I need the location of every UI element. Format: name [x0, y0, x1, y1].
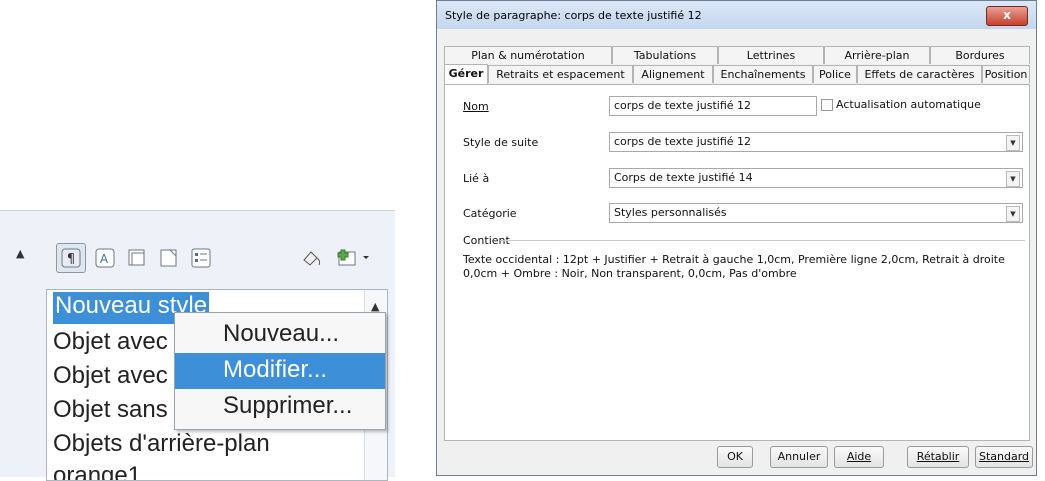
auto-update-label: Actualisation automatique — [836, 98, 981, 111]
button-label: Aide — [846, 450, 872, 463]
tab-panel-gerer: Nom corps de texte justifié 12 Actualisa… — [444, 84, 1030, 441]
dialog-title: Style de paragraphe: corps de texte just… — [445, 9, 702, 22]
menu-item-label: Modifier... — [223, 356, 328, 383]
svg-text:¶: ¶ — [67, 252, 75, 267]
list-item[interactable]: Objet avec — [53, 328, 168, 360]
tab-label: Plan & numérotation — [471, 49, 585, 62]
nom-label: Nom — [463, 100, 489, 113]
menu-item-label: Nouveau... — [223, 320, 340, 347]
styles-toolbar: ¶ A — [56, 243, 396, 279]
close-icon: x — [1003, 8, 1011, 22]
divider — [500, 240, 1025, 241]
tab-lettrines[interactable]: Lettrines — [718, 46, 824, 64]
tab-label: Bordures — [955, 49, 1005, 62]
list-item[interactable]: Objet sans — [53, 396, 168, 428]
tab-alignement[interactable]: Alignement — [633, 65, 713, 83]
auto-update-checkbox[interactable] — [821, 99, 833, 111]
tab-label: Gérer — [448, 67, 484, 80]
tab-label: Retraits et espacement — [496, 68, 625, 81]
help-button[interactable]: Aide — [834, 446, 884, 468]
tab-label: Alignement — [641, 68, 705, 81]
page-styles-icon[interactable] — [154, 243, 184, 273]
button-label: Rétablir — [916, 450, 960, 463]
tab-police[interactable]: Police — [813, 65, 857, 83]
chevron-down-icon[interactable]: ▼ — [1006, 135, 1020, 151]
list-item[interactable]: Objet avec — [53, 362, 168, 394]
style-suite-select[interactable]: corps de texte justifié 12 ▼ — [609, 132, 1023, 152]
list-item[interactable]: Objets d'arrière-plan — [53, 430, 270, 462]
tab-label: Position — [984, 68, 1028, 81]
standard-button[interactable]: Standard — [975, 446, 1033, 468]
paragraph-styles-icon[interactable]: ¶ — [56, 243, 86, 273]
contient-description: Texte occidental : 12pt + Justifier + Re… — [463, 253, 1005, 280]
tab-label: Enchaînements — [720, 68, 806, 81]
tab-effets-caracteres[interactable]: Effets de caractères — [857, 65, 982, 83]
tab-enchainements[interactable]: Enchaînements — [713, 65, 813, 83]
character-styles-icon[interactable]: A — [90, 243, 120, 273]
select-value: corps de texte justifié 12 — [614, 135, 752, 148]
menu-item-nouveau[interactable]: Nouveau... — [175, 317, 385, 353]
ok-button[interactable]: OK — [717, 446, 753, 468]
reset-button[interactable]: Rétablir — [907, 446, 969, 468]
menu-item-supprimer[interactable]: Supprimer... — [175, 389, 385, 425]
select-value: Styles personnalisés — [614, 206, 727, 219]
lie-label: Lié à — [463, 172, 490, 185]
menu-item-modifier[interactable]: Modifier... — [175, 353, 385, 389]
button-label: OK — [727, 450, 743, 463]
close-button[interactable]: x — [986, 6, 1028, 26]
new-style-icon[interactable] — [332, 243, 374, 273]
button-label: Standard — [978, 450, 1030, 463]
scroll-up-arrow-icon[interactable]: ▲ — [16, 247, 24, 260]
list-styles-icon[interactable] — [186, 243, 216, 273]
tab-tabulations[interactable]: Tabulations — [612, 46, 718, 64]
tab-label: Arrière-plan — [844, 49, 910, 62]
select-value: Corps de texte justifié 14 — [614, 171, 753, 184]
svg-text:A: A — [100, 252, 109, 266]
frame-styles-icon[interactable] — [122, 243, 152, 273]
categorie-select[interactable]: Styles personnalisés ▼ — [609, 203, 1023, 223]
cancel-button[interactable]: Annuler — [770, 446, 828, 468]
tab-gerer[interactable]: Gérer — [444, 64, 488, 84]
tab-label: Tabulations — [633, 49, 697, 62]
panel-scrollbar[interactable]: ▲ — [0, 211, 44, 477]
tab-retraits-espacement[interactable]: Retraits et espacement — [488, 65, 633, 83]
chevron-down-icon[interactable]: ▼ — [1006, 171, 1020, 187]
list-item[interactable]: orange1 — [53, 462, 141, 480]
paragraph-style-dialog: Style de paragraphe: corps de texte just… — [436, 0, 1037, 476]
tab-plan-numerotation[interactable]: Plan & numérotation — [444, 46, 612, 64]
chevron-down-icon[interactable]: ▼ — [1006, 206, 1020, 222]
tab-label: Lettrines — [746, 49, 796, 62]
style-suite-label: Style de suite — [463, 136, 539, 149]
fill-format-icon[interactable] — [296, 243, 326, 273]
nom-field[interactable]: corps de texte justifié 12 — [609, 96, 817, 116]
dialog-title-bar[interactable]: Style de paragraphe: corps de texte just… — [437, 1, 1036, 29]
context-menu: Nouveau... Modifier... Supprimer... — [174, 312, 386, 430]
tab-position[interactable]: Position — [982, 65, 1030, 83]
tab-label: Effets de caractères — [864, 68, 975, 81]
lie-select[interactable]: Corps de texte justifié 14 ▼ — [609, 168, 1023, 188]
button-label: Annuler — [777, 450, 821, 463]
tab-label: Police — [819, 68, 851, 81]
tab-arriere-plan[interactable]: Arrière-plan — [824, 46, 930, 64]
categorie-label: Catégorie — [463, 207, 517, 220]
menu-item-label: Supprimer... — [223, 392, 353, 419]
tab-bordures[interactable]: Bordures — [930, 46, 1030, 64]
